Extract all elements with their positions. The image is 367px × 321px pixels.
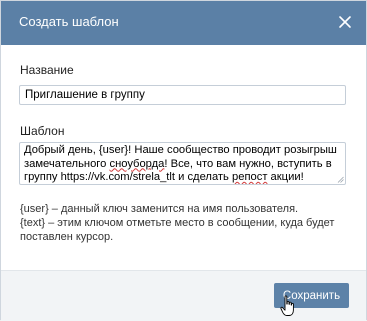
save-button[interactable]: Сохранить: [274, 283, 349, 308]
template-text-part: акции!: [267, 171, 304, 183]
close-icon: [339, 16, 351, 28]
close-button[interactable]: [334, 11, 356, 33]
resize-grip-icon[interactable]: [337, 176, 344, 183]
misspelled-word: сноуборда: [109, 157, 165, 170]
name-input[interactable]: [19, 85, 346, 105]
name-label: Название: [20, 63, 74, 77]
dialog-title: Создать шаблон: [19, 14, 119, 29]
hint-user-key: {user} – данный ключ заменится на имя по…: [20, 203, 299, 215]
template-textarea[interactable]: Добрый день, {user}! Наше сообщество про…: [19, 142, 346, 185]
dialog-header: Создать шаблон: [1, 1, 366, 45]
template-label: Шаблон: [20, 124, 65, 138]
misspelled-word: репост: [232, 171, 268, 183]
create-template-dialog: Создать шаблон Название Шаблон Добрый де…: [0, 0, 367, 321]
hint-text-key: {text} – этим ключом отметьте место в со…: [20, 217, 335, 243]
